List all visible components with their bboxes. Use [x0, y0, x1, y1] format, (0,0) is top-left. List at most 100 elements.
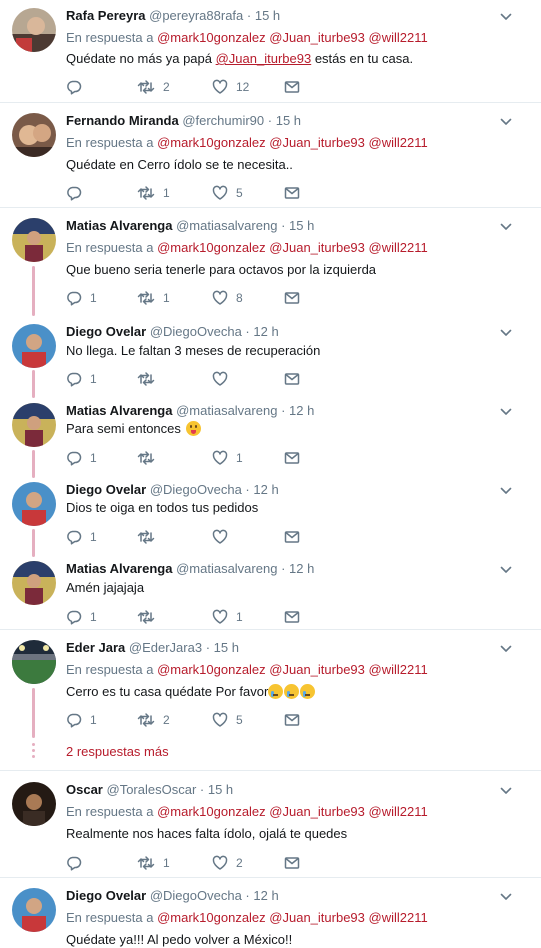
- avatar[interactable]: [12, 640, 56, 684]
- mention-link[interactable]: @Juan_iturbe93: [269, 804, 365, 819]
- mention-link[interactable]: @will2211: [369, 910, 428, 925]
- user-handle[interactable]: @pereyra88rafa: [149, 8, 243, 23]
- mention-link[interactable]: @Juan_iturbe93: [269, 135, 365, 150]
- reply-button[interactable]: 1: [66, 289, 97, 307]
- more-replies-link[interactable]: 2 respuestas más: [66, 744, 169, 759]
- chevron-down-icon[interactable]: [499, 405, 513, 419]
- mention-link[interactable]: @Juan_iturbe93: [216, 51, 312, 66]
- direct-message-button[interactable]: [284, 289, 300, 307]
- chevron-down-icon[interactable]: [499, 642, 513, 656]
- reply-button[interactable]: 1: [66, 449, 97, 467]
- timestamp[interactable]: 15 h: [276, 113, 301, 128]
- reply-button[interactable]: 1: [66, 528, 97, 546]
- direct-message-button[interactable]: [284, 528, 300, 546]
- mention-link[interactable]: @will2211: [369, 662, 428, 677]
- chevron-down-icon[interactable]: [499, 563, 513, 577]
- mention-link[interactable]: @will2211: [369, 30, 428, 45]
- timestamp[interactable]: 15 h: [214, 640, 239, 655]
- reply-button[interactable]: [66, 78, 90, 96]
- user-handle[interactable]: @DiegoOvecha: [150, 888, 242, 903]
- user-name[interactable]: Matias Alvarenga: [66, 218, 172, 233]
- mention-link[interactable]: @mark10gonzalez: [157, 240, 266, 255]
- avatar[interactable]: [12, 218, 56, 262]
- user-handle[interactable]: @matiasalvareng: [176, 561, 277, 576]
- retweet-button[interactable]: 1: [137, 854, 170, 872]
- timestamp[interactable]: 12 h: [289, 561, 314, 576]
- tweet[interactable]: Oscar @ToralesOscar · 15 h En respuesta …: [0, 770, 541, 878]
- mention-link[interactable]: @mark10gonzalez: [157, 662, 266, 677]
- chevron-down-icon[interactable]: [499, 115, 513, 129]
- direct-message-button[interactable]: [284, 184, 300, 202]
- user-name[interactable]: Rafa Pereyra: [66, 8, 146, 23]
- tweet[interactable]: Diego Ovelar @DiegoOvecha · 12 h En resp…: [0, 877, 541, 948]
- chevron-down-icon[interactable]: [499, 220, 513, 234]
- tweet[interactable]: Rafa Pereyra @pereyra88rafa · 15 h En re…: [0, 0, 541, 102]
- retweet-button[interactable]: 1: [137, 289, 170, 307]
- like-button[interactable]: 2: [212, 854, 243, 872]
- direct-message-button[interactable]: [284, 854, 300, 872]
- avatar[interactable]: [12, 782, 56, 826]
- timestamp[interactable]: 15 h: [255, 8, 280, 23]
- user-name[interactable]: Fernando Miranda: [66, 113, 179, 128]
- avatar[interactable]: [12, 403, 56, 447]
- retweet-button[interactable]: [137, 608, 163, 626]
- timestamp[interactable]: 12 h: [289, 403, 314, 418]
- reply-button[interactable]: [66, 184, 90, 202]
- mention-link[interactable]: @will2211: [369, 240, 428, 255]
- avatar[interactable]: [12, 561, 56, 605]
- mention-link[interactable]: @Juan_iturbe93: [269, 240, 365, 255]
- mention-link[interactable]: @mark10gonzalez: [157, 804, 266, 819]
- avatar[interactable]: [12, 8, 56, 52]
- avatar[interactable]: [12, 482, 56, 526]
- user-handle[interactable]: @DiegoOvecha: [150, 482, 242, 497]
- timestamp[interactable]: 15 h: [208, 782, 233, 797]
- retweet-button[interactable]: [137, 528, 163, 546]
- timestamp[interactable]: 15 h: [289, 218, 314, 233]
- user-handle[interactable]: @EderJara3: [129, 640, 202, 655]
- user-handle[interactable]: @ToralesOscar: [107, 782, 197, 797]
- chevron-down-icon[interactable]: [499, 784, 513, 798]
- retweet-button[interactable]: [137, 449, 163, 467]
- mention-link[interactable]: @Juan_iturbe93: [269, 910, 365, 925]
- tweet[interactable]: Fernando Miranda @ferchumir90 · 15 h En …: [0, 102, 541, 208]
- chevron-down-icon[interactable]: [499, 890, 513, 904]
- direct-message-button[interactable]: [284, 78, 300, 96]
- user-name[interactable]: Matias Alvarenga: [66, 403, 172, 418]
- user-name[interactable]: Oscar: [66, 782, 103, 797]
- direct-message-button[interactable]: [284, 370, 300, 388]
- like-button[interactable]: 1: [212, 449, 243, 467]
- user-name[interactable]: Eder Jara: [66, 640, 125, 655]
- user-handle[interactable]: @DiegoOvecha: [150, 324, 242, 339]
- tweet[interactable]: Eder Jara @EderJara3 · 15 h En respuesta…: [0, 629, 541, 771]
- like-button[interactable]: 5: [212, 184, 243, 202]
- avatar[interactable]: [12, 113, 56, 157]
- like-button[interactable]: 5: [212, 711, 243, 729]
- timestamp[interactable]: 12 h: [253, 888, 278, 903]
- direct-message-button[interactable]: [284, 449, 300, 467]
- direct-message-button[interactable]: [284, 711, 300, 729]
- reply-button[interactable]: 1: [66, 608, 97, 626]
- like-button[interactable]: 8: [212, 289, 243, 307]
- reply-button[interactable]: [66, 854, 90, 872]
- chevron-down-icon[interactable]: [499, 484, 513, 498]
- mention-link[interactable]: @mark10gonzalez: [157, 135, 266, 150]
- like-button[interactable]: [212, 528, 236, 546]
- retweet-button[interactable]: 1: [137, 184, 170, 202]
- mention-link[interactable]: @Juan_iturbe93: [269, 30, 365, 45]
- avatar[interactable]: [12, 888, 56, 932]
- like-button[interactable]: [212, 370, 236, 388]
- chevron-down-icon[interactable]: [499, 10, 513, 24]
- user-handle[interactable]: @matiasalvareng: [176, 403, 277, 418]
- mention-link[interactable]: @mark10gonzalez: [157, 30, 266, 45]
- reply-button[interactable]: 1: [66, 711, 97, 729]
- retweet-button[interactable]: [137, 370, 163, 388]
- reply-button[interactable]: 1: [66, 370, 97, 388]
- user-handle[interactable]: @ferchumir90: [182, 113, 264, 128]
- user-name[interactable]: Diego Ovelar: [66, 324, 146, 339]
- user-name[interactable]: Matias Alvarenga: [66, 561, 172, 576]
- mention-link[interactable]: @Juan_iturbe93: [269, 662, 365, 677]
- retweet-button[interactable]: 2: [137, 711, 170, 729]
- user-name[interactable]: Diego Ovelar: [66, 482, 146, 497]
- timestamp[interactable]: 12 h: [253, 482, 278, 497]
- user-name[interactable]: Diego Ovelar: [66, 888, 146, 903]
